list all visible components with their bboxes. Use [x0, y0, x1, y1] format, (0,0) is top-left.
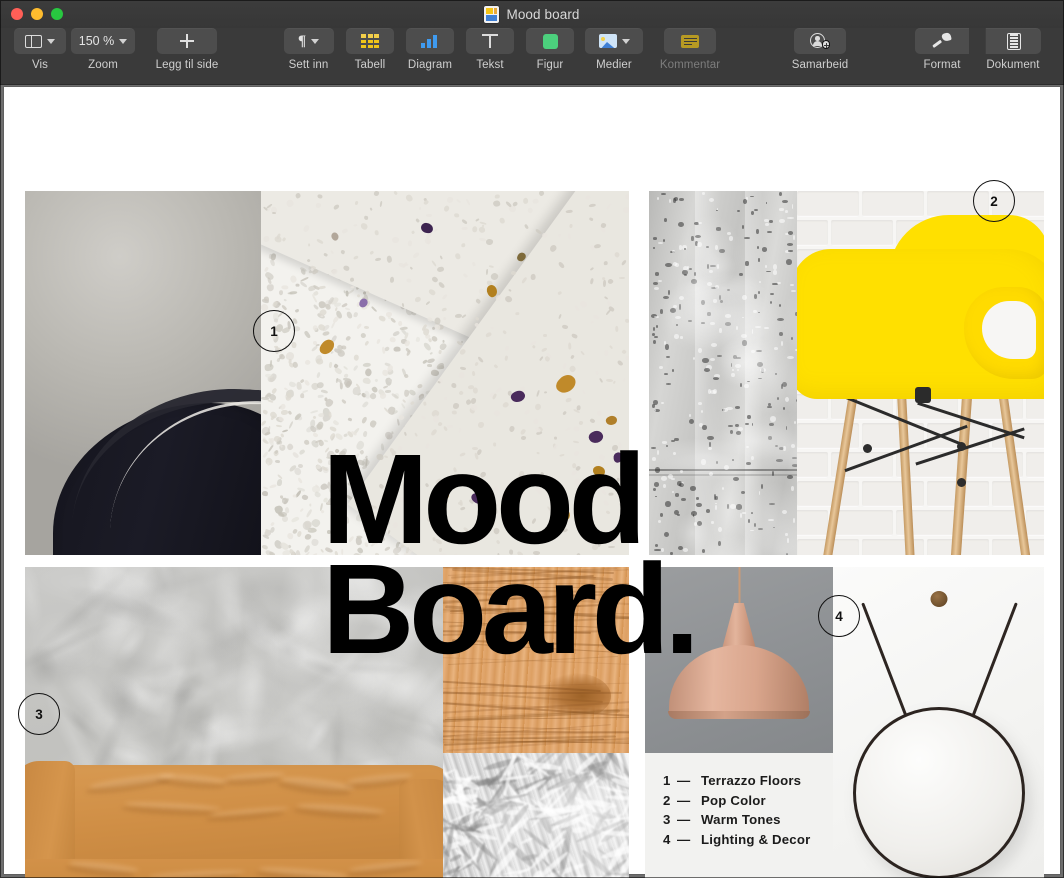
canvas-area[interactable]: 1 — Terrazzo Floors 2 — Pop Color 3 — Wa…	[0, 85, 1064, 878]
toolbar-collaborate[interactable]: Samarbeid	[784, 28, 856, 71]
toolbar-zoom[interactable]: 150 % Zoom	[69, 28, 137, 71]
toolbar-zoom-label: Zoom	[88, 59, 118, 71]
callout-badge-4[interactable]: 4	[818, 595, 860, 637]
legend-dash: —	[677, 812, 701, 827]
document-lines-icon	[1007, 33, 1021, 50]
window-title-group: Mood board	[0, 0, 1064, 28]
legend-number: 4	[663, 832, 677, 847]
text-box-icon	[482, 34, 498, 48]
chevron-down-icon	[622, 39, 630, 44]
toolbar-table-label: Tabell	[355, 59, 386, 71]
toolbar-chart[interactable]: Diagram	[400, 28, 460, 71]
keynote-document-icon	[484, 6, 499, 23]
toolbar-shape-label: Figur	[537, 59, 564, 71]
list-item: 2 — Pop Color	[663, 793, 825, 808]
legend-dash: —	[677, 793, 701, 808]
keynote-window: Mood board Vis 150 % Zoom	[0, 0, 1064, 878]
zoom-value: 150 %	[79, 34, 114, 48]
toolbar-format[interactable]: Format	[911, 28, 973, 71]
legend-number: 3	[663, 812, 677, 827]
toolbar-comment[interactable]: Kommentar	[648, 28, 732, 71]
legend-dash: —	[677, 832, 701, 847]
toolbar-document-label: Dokument	[986, 59, 1039, 71]
toolbar-insert-label: Sett inn	[289, 59, 329, 71]
plus-icon	[179, 33, 195, 49]
legend-label: Warm Tones	[701, 812, 781, 827]
toolbar-chart-label: Diagram	[408, 59, 452, 71]
traffic-light-group	[11, 8, 63, 20]
legend-number: 2	[663, 793, 677, 808]
toolbar-view[interactable]: Vis	[11, 28, 69, 71]
toolbar-comment-label: Kommentar	[660, 59, 720, 71]
chevron-down-icon	[311, 39, 319, 44]
toolbar-document[interactable]: Dokument	[973, 28, 1053, 71]
page-title[interactable]: MoodBoard.	[322, 445, 742, 665]
chevron-down-icon	[47, 39, 55, 44]
chevron-down-icon	[119, 39, 127, 44]
add-person-icon	[810, 33, 830, 49]
image-grey-faux-fur[interactable]	[443, 753, 629, 878]
legend-dash: —	[677, 773, 701, 788]
legend-label: Pop Color	[701, 793, 766, 808]
legend-number: 1	[663, 773, 677, 788]
list-item: 4 — Lighting & Decor	[663, 832, 825, 847]
comment-icon	[681, 35, 699, 48]
legend-block[interactable]: 1 — Terrazzo Floors 2 — Pop Color 3 — Wa…	[645, 753, 833, 878]
toolbar-text-label: Tekst	[476, 59, 503, 71]
image-yellow-eames-chair[interactable]	[797, 191, 1044, 555]
legend-label: Lighting & Decor	[701, 832, 810, 847]
callout-badge-label: 4	[835, 609, 843, 624]
callout-badge-label: 3	[35, 707, 43, 722]
image-dark-leather-chair[interactable]	[25, 191, 261, 555]
toolbar-collaborate-label: Samarbeid	[792, 59, 849, 71]
window-title: Mood board	[506, 7, 579, 22]
maximize-button[interactable]	[51, 8, 63, 20]
view-panel-icon	[25, 35, 42, 48]
list-item: 3 — Warm Tones	[663, 812, 825, 827]
callout-badge-1[interactable]: 1	[253, 310, 295, 352]
toolbar-add-page[interactable]: Legg til side	[137, 28, 237, 71]
toolbar-text[interactable]: Tekst	[460, 28, 520, 71]
paintbrush-icon	[933, 33, 951, 49]
toolbar-media[interactable]: Medier	[580, 28, 648, 71]
callout-badge-label: 2	[990, 194, 998, 209]
callout-badge-3[interactable]: 3	[18, 693, 60, 735]
document-page[interactable]: 1 — Terrazzo Floors 2 — Pop Color 3 — Wa…	[4, 87, 1060, 874]
shape-icon	[543, 34, 558, 49]
callout-badge-label: 1	[270, 324, 278, 339]
toolbar: Vis 150 % Zoom Legg til side ¶	[0, 28, 1064, 85]
callout-badge-2[interactable]: 2	[973, 180, 1015, 222]
legend-list: 1 — Terrazzo Floors 2 — Pop Color 3 — Wa…	[663, 773, 825, 847]
media-image-icon	[599, 34, 617, 48]
legend-label: Terrazzo Floors	[701, 773, 801, 788]
toolbar-add-page-label: Legg til side	[156, 59, 219, 71]
minimize-button[interactable]	[31, 8, 43, 20]
close-button[interactable]	[11, 8, 23, 20]
paragraph-icon: ¶	[298, 34, 306, 49]
list-item: 1 — Terrazzo Floors	[663, 773, 825, 788]
toolbar-media-label: Medier	[596, 59, 632, 71]
toolbar-shape[interactable]: Figur	[520, 28, 580, 71]
table-icon	[361, 34, 379, 48]
page-title-line-2: Board.	[322, 538, 694, 681]
toolbar-view-label: Vis	[32, 59, 48, 71]
toolbar-insert[interactable]: ¶ Sett inn	[277, 28, 340, 71]
bar-chart-icon	[421, 34, 439, 48]
toolbar-format-label: Format	[923, 59, 960, 71]
window-titlebar[interactable]: Mood board	[0, 0, 1064, 28]
toolbar-table[interactable]: Tabell	[340, 28, 400, 71]
image-round-strap-mirror[interactable]	[833, 567, 1044, 878]
